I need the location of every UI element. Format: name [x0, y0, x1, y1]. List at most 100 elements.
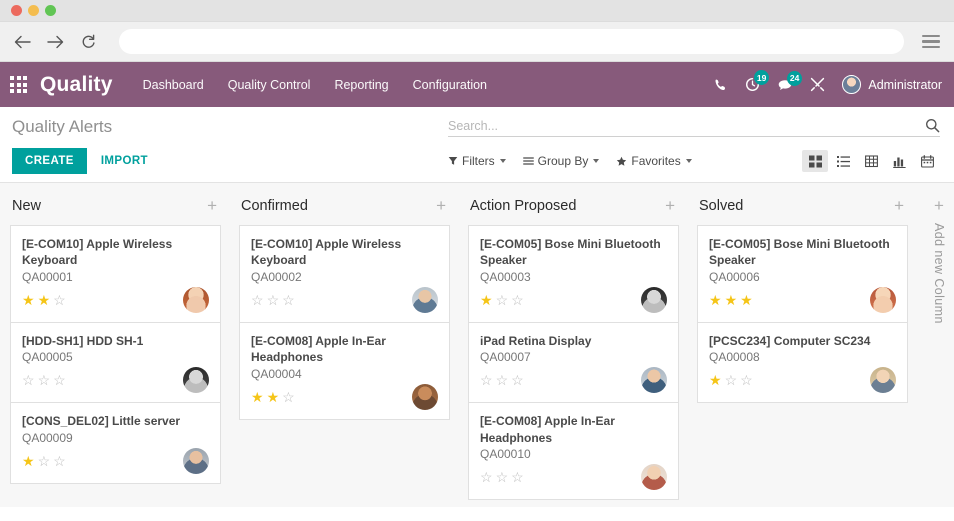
- priority-stars: ☆ ☆ ☆: [22, 373, 66, 387]
- kanban-card[interactable]: [E-COM05] Bose Mini Bluetooth Speaker QA0…: [469, 226, 678, 323]
- priority-star[interactable]: ☆: [511, 470, 524, 484]
- nav-item-reporting[interactable]: Reporting: [334, 78, 388, 92]
- clock-activity-icon[interactable]: 19: [745, 70, 770, 92]
- kanban-card[interactable]: [CONS_DEL02] Little server QA00009 ★ ☆ ☆: [11, 403, 220, 483]
- add-card-plus-icon[interactable]: +: [894, 197, 904, 214]
- kanban-card[interactable]: [E-COM10] Apple Wireless Keyboard QA00002…: [240, 226, 449, 323]
- avatar[interactable]: [870, 367, 896, 394]
- add-card-plus-icon[interactable]: +: [207, 197, 217, 214]
- calendar-view-icon[interactable]: [914, 150, 940, 172]
- nav-item-configuration[interactable]: Configuration: [413, 78, 487, 92]
- avatar[interactable]: [183, 286, 209, 313]
- priority-star[interactable]: ☆: [282, 293, 295, 307]
- kanban-card[interactable]: iPad Retina Display QA00007 ☆ ☆ ☆: [469, 322, 678, 404]
- priority-star[interactable]: ☆: [480, 373, 493, 387]
- favorites-dropdown[interactable]: Favorites: [616, 154, 692, 168]
- priority-star[interactable]: ★: [22, 454, 35, 468]
- avatar[interactable]: [183, 447, 209, 474]
- kanban-card-title: [E-COM05] Bose Mini Bluetooth Speaker: [480, 237, 661, 268]
- groupby-dropdown[interactable]: Group By: [522, 154, 600, 168]
- priority-star[interactable]: ☆: [511, 373, 524, 387]
- navbar-menu: Dashboard Quality Control Reporting Conf…: [143, 78, 487, 92]
- priority-star[interactable]: ★: [709, 373, 722, 387]
- priority-star[interactable]: ☆: [740, 373, 753, 387]
- user-menu[interactable]: Administrator: [842, 75, 942, 94]
- priority-star[interactable]: ☆: [38, 454, 51, 468]
- url-address-bar[interactable]: [119, 29, 904, 54]
- add-card-plus-icon[interactable]: +: [665, 197, 675, 214]
- add-card-plus-icon[interactable]: +: [436, 197, 446, 214]
- app-brand-title[interactable]: Quality: [40, 73, 113, 97]
- kanban-card[interactable]: [E-COM08] Apple In-Ear Headphones QA00004…: [240, 322, 449, 419]
- phone-icon[interactable]: [714, 78, 728, 92]
- add-column-plus-icon[interactable]: +: [934, 197, 944, 214]
- import-button[interactable]: IMPORT: [99, 148, 150, 174]
- bar-chart-view-icon[interactable]: [886, 150, 912, 172]
- chevron-down-icon: [685, 159, 692, 163]
- priority-star[interactable]: ☆: [53, 373, 66, 387]
- close-window-button[interactable]: [11, 5, 22, 16]
- priority-star[interactable]: ★: [725, 293, 738, 307]
- priority-star[interactable]: ★: [251, 390, 264, 404]
- create-button[interactable]: CREATE: [12, 148, 87, 174]
- chat-bubble-icon[interactable]: 24: [777, 70, 803, 92]
- priority-star[interactable]: ☆: [496, 373, 509, 387]
- kanban-card-reference: QA00009: [22, 430, 73, 445]
- maximize-window-button[interactable]: [45, 5, 56, 16]
- hamburger-menu-icon[interactable]: [922, 34, 940, 49]
- priority-star[interactable]: ★: [38, 293, 51, 307]
- priority-star[interactable]: ☆: [282, 390, 295, 404]
- kanban-card[interactable]: [PCSC234] Computer SC234 QA00008 ★ ☆ ☆: [698, 322, 907, 403]
- kanban-card-title: [E-COM08] Apple In-Ear Headphones: [480, 414, 615, 445]
- reload-icon[interactable]: [80, 33, 97, 50]
- priority-star[interactable]: ☆: [480, 470, 493, 484]
- apps-grid-icon[interactable]: [10, 76, 27, 93]
- forward-arrow-icon[interactable]: [47, 33, 64, 50]
- avatar[interactable]: [641, 286, 667, 313]
- priority-stars: ☆ ☆ ☆: [251, 293, 295, 307]
- kanban-card[interactable]: [E-COM05] Bose Mini Bluetooth Speaker QA0…: [698, 226, 907, 323]
- avatar[interactable]: [412, 286, 438, 313]
- priority-star[interactable]: ☆: [53, 293, 66, 307]
- priority-star[interactable]: ★: [740, 293, 753, 307]
- filters-dropdown[interactable]: Filters: [448, 154, 506, 168]
- priority-star[interactable]: ☆: [38, 373, 51, 387]
- priority-star[interactable]: ★: [267, 390, 280, 404]
- priority-star[interactable]: ★: [480, 293, 493, 307]
- kanban-card[interactable]: [E-COM08] Apple In-Ear Headphones QA00010…: [469, 403, 678, 500]
- avatar[interactable]: [641, 464, 667, 491]
- avatar[interactable]: [641, 367, 667, 394]
- avatar[interactable]: [412, 383, 438, 410]
- priority-star[interactable]: ☆: [267, 293, 280, 307]
- kanban-card[interactable]: [HDD-SH1] HDD SH-1 QA00005 ☆ ☆ ☆: [11, 322, 220, 404]
- kanban-view-icon[interactable]: [802, 150, 828, 172]
- priority-star[interactable]: ★: [709, 293, 722, 307]
- minimize-window-button[interactable]: [28, 5, 39, 16]
- back-arrow-icon[interactable]: [14, 33, 31, 50]
- priority-star[interactable]: ☆: [251, 293, 264, 307]
- avatar[interactable]: [870, 286, 896, 313]
- add-new-column-label[interactable]: Add new Column: [932, 223, 946, 324]
- priority-star[interactable]: ☆: [511, 293, 524, 307]
- navbar-right-tools: 19 24 Administrator: [714, 70, 942, 94]
- search-bar[interactable]: [448, 118, 940, 137]
- priority-star[interactable]: ☆: [496, 293, 509, 307]
- wrench-tools-icon[interactable]: [810, 77, 825, 92]
- priority-stars: ☆ ☆ ☆: [480, 373, 524, 387]
- nav-item-quality-control[interactable]: Quality Control: [228, 78, 311, 92]
- priority-star[interactable]: ★: [22, 293, 35, 307]
- kanban-card[interactable]: [E-COM10] Apple Wireless Keyboard QA00001…: [11, 226, 220, 323]
- messages-count-badge: 24: [786, 70, 803, 86]
- priority-star[interactable]: ☆: [22, 373, 35, 387]
- priority-star[interactable]: ☆: [53, 454, 66, 468]
- nav-item-dashboard[interactable]: Dashboard: [143, 78, 204, 92]
- filter-funnel-icon: [448, 157, 458, 165]
- add-new-column[interactable]: + Add new Column: [916, 183, 954, 507]
- priority-star[interactable]: ☆: [496, 470, 509, 484]
- pivot-table-view-icon[interactable]: [858, 150, 884, 172]
- search-input[interactable]: [448, 118, 925, 133]
- search-icon[interactable]: [925, 118, 940, 133]
- priority-star[interactable]: ☆: [725, 373, 738, 387]
- list-view-icon[interactable]: [830, 150, 856, 172]
- avatar[interactable]: [183, 367, 209, 394]
